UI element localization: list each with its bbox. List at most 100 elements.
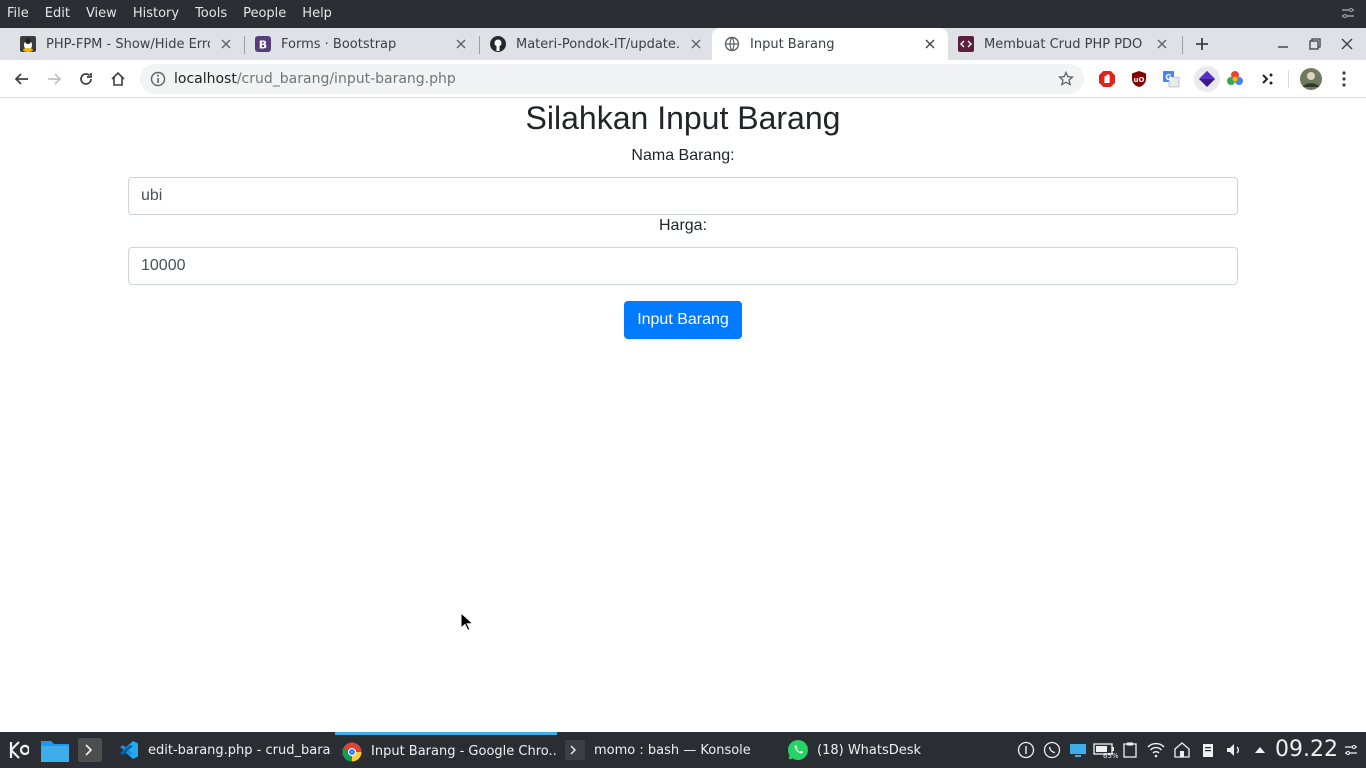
tux-icon (20, 36, 36, 52)
svg-text:B: B (259, 39, 267, 52)
terminal-icon (78, 738, 102, 762)
display-tray-icon[interactable] (1069, 741, 1087, 759)
adblock-extension-icon[interactable] (1098, 70, 1116, 88)
diamond-extension-icon[interactable] (1194, 66, 1220, 92)
terminal-launcher[interactable] (78, 738, 102, 762)
page-content: Silahkan Input Barang Nama Barang: Harga… (0, 98, 1366, 732)
menu-edit[interactable]: Edit (37, 0, 78, 28)
profile-avatar[interactable] (1300, 68, 1322, 90)
clipboard-tray-icon[interactable] (1121, 741, 1139, 759)
vault-tray-icon[interactable] (1173, 741, 1191, 759)
restore-icon (1309, 38, 1321, 50)
nama-barang-input[interactable] (128, 177, 1238, 215)
chrome-menu-button[interactable] (1335, 70, 1353, 88)
forward-button[interactable] (42, 67, 66, 91)
google-translate-extension-icon[interactable]: G (1162, 70, 1180, 88)
task-label: Input Barang - Google Chro... (371, 744, 557, 759)
code-icon (958, 36, 974, 52)
harga-input[interactable] (128, 247, 1238, 285)
tab-title: PHP-FPM - Show/Hide Erro (46, 36, 210, 52)
info-icon[interactable] (150, 71, 166, 87)
task-whatsdesk[interactable]: (18) WhatsDesk (781, 732, 1001, 768)
back-button[interactable] (10, 67, 34, 91)
color-picker-extension-icon[interactable] (1226, 70, 1244, 88)
url-text: localhost/crud_barang/input-barang.php (174, 64, 456, 94)
new-tab-button[interactable] (1190, 32, 1214, 56)
terminal-icon (564, 739, 586, 761)
taskbar: edit-barang.php - crud_bara... Input Bar… (0, 732, 1366, 768)
kde-logo-icon (9, 741, 29, 759)
home-icon (111, 71, 125, 86)
clock[interactable]: 09.22 (1275, 732, 1338, 768)
url-path: /crud_barang/input-barang.php (236, 71, 456, 87)
tab-bootstrap-forms[interactable]: B Forms · Bootstrap (235, 28, 479, 60)
task-label: edit-barang.php - crud_bara... (148, 742, 332, 758)
close-window-button[interactable] (1337, 34, 1357, 54)
tray-expand-icon[interactable] (1251, 741, 1269, 759)
clipboard-manager-tray-icon[interactable] (1199, 741, 1217, 759)
kebab-menu-icon (1342, 71, 1346, 87)
restore-button[interactable] (1305, 34, 1325, 54)
task-konsole[interactable]: momo : bash — Konsole (558, 732, 778, 768)
chrome-icon (341, 741, 363, 763)
github-icon (490, 36, 506, 52)
notification-count-icon[interactable] (1017, 741, 1035, 759)
task-label: momo : bash — Konsole (594, 742, 751, 758)
minimize-icon (1278, 46, 1288, 48)
task-vscode[interactable]: edit-barang.php - crud_bara... (112, 732, 332, 768)
back-arrow-icon (14, 73, 28, 85)
svg-text:G: G (1165, 73, 1172, 82)
home-button[interactable] (106, 67, 130, 91)
wifi-tray-icon[interactable] (1147, 741, 1165, 759)
minimize-button[interactable] (1273, 34, 1293, 54)
browser-toolbar: localhost/crud_barang/input-barang.php u… (0, 60, 1366, 98)
panel-options-icon[interactable] (1342, 741, 1360, 759)
file-manager-launcher[interactable] (40, 737, 70, 763)
close-icon[interactable] (688, 36, 704, 52)
globe-icon (724, 36, 740, 52)
dev-extension-icon[interactable] (1258, 70, 1276, 88)
address-bar[interactable]: localhost/crud_barang/input-barang.php (140, 64, 1084, 94)
bootstrap-icon: B (255, 36, 271, 52)
forward-arrow-icon (48, 73, 62, 85)
volume-tray-icon[interactable] (1225, 741, 1243, 759)
close-icon (1341, 38, 1353, 50)
menu-file[interactable]: File (0, 0, 37, 28)
close-icon[interactable] (922, 36, 938, 52)
application-launcher-button[interactable] (6, 738, 30, 762)
reload-button[interactable] (74, 67, 98, 91)
folder-icon (41, 741, 69, 762)
close-icon[interactable] (453, 36, 469, 52)
tab-membuat-crud[interactable]: Membuat Crud PHP PDO - (948, 28, 1180, 60)
task-label: (18) WhatsDesk (817, 742, 922, 758)
harga-label: Harga: (658, 217, 708, 234)
reload-icon (80, 73, 92, 85)
ublock-extension-icon[interactable]: uO (1130, 70, 1148, 88)
tab-php-fpm[interactable]: PHP-FPM - Show/Hide Erro (0, 28, 244, 60)
input-barang-button[interactable]: Input Barang (624, 301, 742, 339)
whatsapp-tray-icon[interactable] (1043, 741, 1061, 759)
menu-bar: File Edit View History Tools People Help (0, 0, 1366, 28)
nama-barang-label: Nama Barang: (631, 147, 735, 164)
menu-people[interactable]: People (235, 0, 294, 28)
svg-text:uO: uO (1134, 76, 1145, 84)
tab-input-barang[interactable]: Input Barang (712, 28, 948, 60)
window-options-icon[interactable] (1340, 5, 1356, 21)
mouse-cursor-icon (460, 612, 474, 632)
tab-github[interactable]: Materi-Pondok-IT/update.p (470, 28, 714, 60)
menu-view[interactable]: View (78, 0, 125, 28)
task-chrome[interactable]: Input Barang - Google Chro... (335, 732, 557, 768)
whatsapp-icon (787, 739, 809, 761)
battery-percent: 65% (1103, 752, 1119, 760)
battery-tray-icon[interactable]: 65% (1093, 741, 1119, 760)
close-icon[interactable] (218, 36, 234, 52)
bookmark-star-icon[interactable] (1058, 71, 1074, 87)
menu-tools[interactable]: Tools (187, 0, 235, 28)
tab-title: Input Barang (750, 36, 835, 52)
menu-history[interactable]: History (125, 0, 187, 28)
tab-strip: PHP-FPM - Show/Hide Erro B Forms · Boots… (0, 28, 1366, 60)
close-icon[interactable] (1154, 36, 1170, 52)
page-title: Silahkan Input Barang (525, 100, 841, 136)
vscode-icon (118, 739, 140, 761)
menu-help[interactable]: Help (294, 0, 340, 28)
